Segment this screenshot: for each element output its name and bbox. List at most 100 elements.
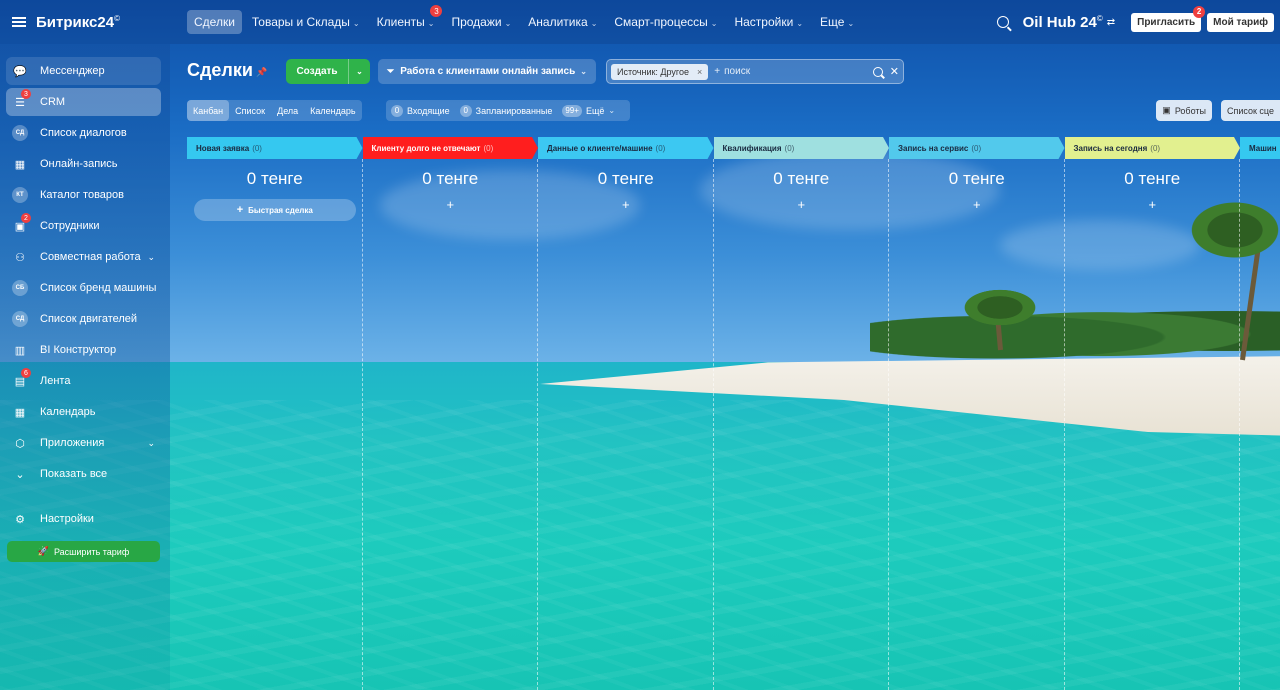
- sidebar-item-4[interactable]: КТ Каталог товаров: [6, 181, 161, 209]
- kanban-column: Новая заявка (0) 0 тенге + Быстрая сделка: [187, 137, 363, 690]
- sidebar-item-label: Список бренд машины: [40, 282, 157, 294]
- sidebar-item-0[interactable]: 💬 Мессенджер: [6, 57, 161, 85]
- counters-bar: 0 Входящие 0 Запланированные 99+ Ещё ⌄: [386, 100, 631, 121]
- view-switcher: Канбан Список Дела Календарь: [187, 100, 362, 121]
- counter-2[interactable]: 99+ Ещё ⌄: [562, 104, 615, 117]
- nav-item-1[interactable]: Товары и Склады ⌄: [245, 10, 367, 34]
- search-icon[interactable]: [872, 66, 883, 77]
- chevron-down-icon: ⌄: [504, 19, 512, 28]
- menu-icon[interactable]: [12, 17, 26, 27]
- switch-icon[interactable]: ⇄: [1107, 17, 1115, 28]
- nav-item-7[interactable]: Еще ⌄: [813, 10, 861, 34]
- column-sum: 0 тенге: [948, 169, 1005, 188]
- sidebar-item-10[interactable]: ▤ 6 Лента: [6, 367, 161, 395]
- nav-item-4[interactable]: Аналитика ⌄: [521, 10, 604, 34]
- sidebar-item-label: Список диалогов: [40, 127, 127, 139]
- column-header[interactable]: Клиенту долго не отвечают (0): [363, 137, 539, 159]
- invite-button[interactable]: Пригласить 2: [1131, 5, 1206, 32]
- add-deal-icon[interactable]: +: [538, 197, 714, 212]
- view-tab-2[interactable]: Дела: [271, 100, 304, 121]
- create-button[interactable]: Создать ⌄: [286, 59, 370, 84]
- quick-deal-button[interactable]: + Быстрая сделка: [194, 199, 356, 221]
- my-tariff-button[interactable]: Мой тариф: [1207, 12, 1274, 32]
- column-header[interactable]: Квалификация (0): [714, 137, 890, 159]
- notification-badge: 2: [21, 213, 31, 223]
- filter-chip[interactable]: Источник: Другое ×: [611, 63, 709, 80]
- chevron-down-icon: ⌄: [710, 19, 718, 28]
- column-count: (0): [483, 143, 494, 153]
- nav-item-6[interactable]: Настройки ⌄: [727, 10, 810, 34]
- view-tab-0[interactable]: Канбан: [187, 100, 230, 121]
- column-title: Квалификация: [722, 143, 782, 153]
- cube-icon: ⬡: [15, 437, 25, 450]
- company-name-mark: ©: [1096, 13, 1103, 23]
- company-name-text: Oil Hub: [1022, 13, 1076, 31]
- column-sum: 0 тенге: [246, 169, 303, 188]
- sidebar-item-label: Календарь: [40, 406, 96, 418]
- robots-button[interactable]: ▣ Роботы: [1156, 100, 1212, 121]
- funnel-selector[interactable]: ⏷ Работа с клиентами онлайн запись ⌄: [378, 59, 596, 84]
- chevron-down-icon: ⌄: [796, 19, 804, 28]
- remove-filter-icon[interactable]: ×: [697, 67, 702, 77]
- column-header[interactable]: Машин: [1240, 137, 1280, 159]
- counter-1[interactable]: 0 Запланированные: [459, 104, 552, 117]
- create-dropdown-icon[interactable]: ⌄: [348, 59, 370, 84]
- nav-item-3[interactable]: Продажи ⌄: [444, 10, 518, 34]
- quick-deal-label: Быстрая сделка: [248, 205, 313, 215]
- counter-label: Ещё: [585, 105, 605, 116]
- add-deal-icon[interactable]: +: [1065, 197, 1241, 212]
- chevron-down-icon: ⌄: [847, 19, 855, 28]
- sidebar-item-8[interactable]: СД Список двигателей: [6, 305, 161, 333]
- scenarios-list-button[interactable]: Список сце: [1220, 100, 1280, 121]
- view-tab-1[interactable]: Список: [229, 100, 271, 121]
- search-input[interactable]: [724, 66, 845, 77]
- view-tab-3[interactable]: Календарь: [304, 100, 361, 121]
- company-name[interactable]: Oil Hub 24©: [1023, 14, 1103, 31]
- sidebar-item-6[interactable]: ⚇ Совместная работа ⌄: [6, 243, 161, 271]
- column-header[interactable]: Запись на сервис (0): [889, 137, 1065, 159]
- column-sum: 0 тенге: [1124, 169, 1181, 188]
- sidebar-item-12[interactable]: ⬡ Приложения ⌄: [6, 429, 161, 457]
- sidebar: 💬 Мессенджер ☰ 3 CRM СД Список диалогов ▦ Онлайн…: [0, 44, 170, 690]
- sidebar-item-label: CRM: [40, 96, 66, 108]
- column-header[interactable]: Запись на сегодня (0): [1065, 137, 1241, 159]
- upgrade-tariff-label: Расширить тариф: [53, 546, 130, 557]
- sidebar-item-7[interactable]: СБ Список бренд машины: [6, 274, 161, 302]
- sidebar-item-9[interactable]: ▥ BI Конструктор: [6, 336, 161, 364]
- sidebar-item-label: Лента: [40, 375, 71, 387]
- sidebar-item-2[interactable]: СД Список диалогов: [6, 119, 161, 147]
- sidebar-item-11[interactable]: ▦ Календарь: [6, 398, 161, 426]
- logo[interactable]: Битрикс24©: [36, 14, 120, 31]
- nav-item-5[interactable]: Смарт-процессы ⌄: [607, 10, 724, 34]
- column-header[interactable]: Новая заявка (0): [187, 137, 363, 159]
- nav-item-label: Аналитика: [528, 15, 588, 29]
- kanban-column: Клиенту долго не отвечают (0) 0 тенге +: [363, 137, 539, 690]
- sidebar-item-1[interactable]: ☰ 3 CRM: [6, 88, 161, 116]
- add-deal-icon[interactable]: +: [889, 197, 1065, 212]
- sidebar-item-settings[interactable]: ⚙ Настройки: [6, 505, 161, 533]
- chat-icon: 💬: [13, 65, 27, 78]
- add-deal-icon[interactable]: +: [714, 197, 890, 212]
- column-header[interactable]: Данные о клиенте/машине (0): [538, 137, 714, 159]
- sidebar-item-3[interactable]: ▦ Онлайн-запись: [6, 150, 161, 178]
- search-icon[interactable]: [996, 16, 1009, 28]
- filter-search-box[interactable]: Источник: Другое × + ✕: [606, 59, 904, 84]
- column-sum: 0 тенге: [422, 169, 479, 188]
- pin-icon[interactable]: 📌: [256, 67, 267, 78]
- sidebar-item-13[interactable]: ⌄ Показать все: [6, 460, 161, 488]
- sidebar-item-5[interactable]: ▣ 2 Сотрудники: [6, 212, 161, 240]
- clear-icon[interactable]: ✕: [890, 65, 899, 78]
- nav-item-2[interactable]: Клиенты ⌄ 3: [370, 5, 443, 34]
- upgrade-tariff-button[interactable]: 🚀 Расширить тариф: [7, 541, 160, 562]
- nav-item-0[interactable]: Сделки: [187, 10, 242, 34]
- gear-icon: ⚙: [15, 513, 25, 526]
- counter-0[interactable]: 0 Входящие: [391, 104, 450, 117]
- column-title: Данные о клиенте/машине: [547, 143, 653, 153]
- chevron-down-icon: ⌄: [580, 67, 587, 76]
- create-label: Создать: [296, 66, 338, 77]
- add-deal-icon[interactable]: +: [363, 197, 539, 212]
- sidebar-item-label: Сотрудники: [40, 220, 100, 232]
- nav-item-label: Продажи: [451, 15, 502, 29]
- chevron-down-icon: ⌄: [352, 19, 360, 28]
- add-filter-icon[interactable]: +: [714, 66, 720, 77]
